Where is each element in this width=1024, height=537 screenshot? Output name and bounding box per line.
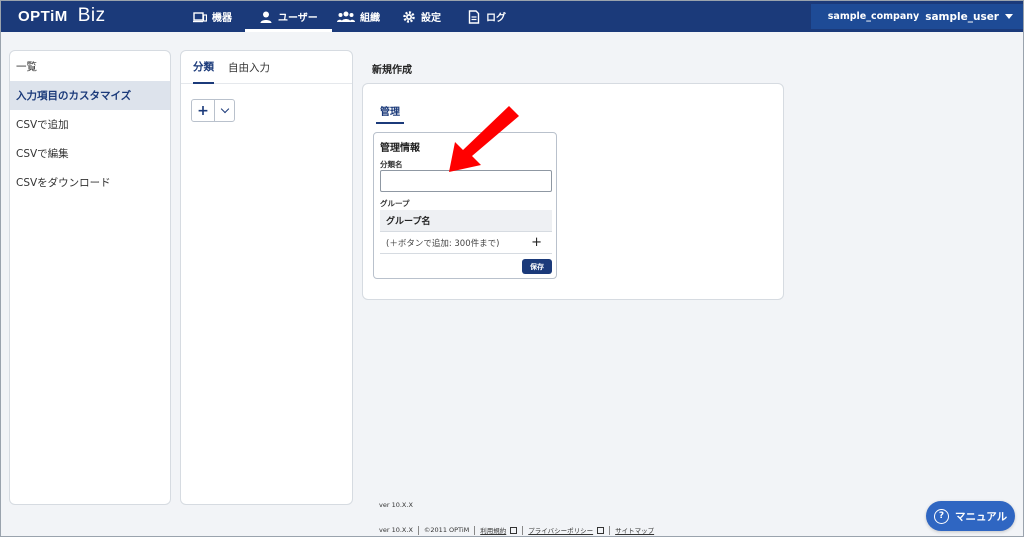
nav-organization-label: 組織 xyxy=(360,13,380,24)
external-link-icon xyxy=(510,526,518,534)
footer-divider xyxy=(474,525,476,535)
sidebar-item-label: 一覧 xyxy=(16,61,37,73)
company-name: sample_company xyxy=(827,11,920,22)
chevron-down-icon xyxy=(220,104,229,114)
privacy-link[interactable]: プライバシーポリシー xyxy=(528,525,605,535)
add-button[interactable]: + xyxy=(192,100,215,121)
sidebar-item-label: CSVで追加 xyxy=(16,119,69,131)
nav-devices[interactable]: 機器 xyxy=(193,1,232,32)
terms-link[interactable]: 利用規約 xyxy=(480,525,518,535)
group-grid-row: (＋ボタンで追加: 300件まで) + xyxy=(380,232,552,254)
log-icon xyxy=(468,9,480,24)
logo-sub: Biz xyxy=(77,5,106,26)
add-dropdown-toggle[interactable] xyxy=(215,100,234,121)
user-icon xyxy=(260,11,272,23)
optim-biz-logo[interactable]: OPTiM Biz xyxy=(18,5,106,29)
sitemap-link[interactable]: サイトマップ xyxy=(615,525,654,535)
version-label: ver 10.X.X xyxy=(379,501,413,509)
new-item-panel: 管理 管理情報 分類名 グループ グループ名 (＋ボタンで追加: 300件まで)… xyxy=(362,83,784,300)
nav-devices-label: 機器 xyxy=(212,13,232,24)
external-link-icon xyxy=(597,526,605,534)
tab-management[interactable]: 管理 xyxy=(376,99,404,124)
footer-copyright: ©2011 OPTiM xyxy=(423,526,470,534)
footer-version: ver 10.X.X xyxy=(379,526,413,534)
manual-button[interactable]: ? マニュアル xyxy=(926,501,1015,531)
terms-label: 利用規約 xyxy=(480,527,507,535)
sidebar-item-csv-download[interactable]: CSVをダウンロード xyxy=(10,168,170,197)
manual-label: マニュアル xyxy=(955,510,1008,523)
nav-log-label: ログ xyxy=(486,13,506,24)
plus-icon[interactable]: + xyxy=(531,235,542,250)
sidebar-item-customize-fields[interactable]: 入力項目のカスタマイズ xyxy=(10,81,170,110)
card-title: 管理情報 xyxy=(380,143,420,154)
sidebar: 一覧 入力項目のカスタマイズ CSVで追加 CSVで編集 CSVをダウンロード xyxy=(9,50,171,505)
sidebar-item-label: CSVをダウンロード xyxy=(16,177,111,189)
sidebar-item-csv-edit[interactable]: CSVで編集 xyxy=(10,139,170,168)
account-menu[interactable]: sample_company sample_user xyxy=(811,4,1023,29)
privacy-label: プライバシーポリシー xyxy=(528,527,594,535)
category-panel: 分類 自由入力 + xyxy=(180,50,353,505)
sidebar-item-label: 入力項目のカスタマイズ xyxy=(16,90,132,102)
sidebar-item-label: CSVで編集 xyxy=(16,148,69,160)
help-icon: ? xyxy=(934,508,949,524)
nav-log[interactable]: ログ xyxy=(467,1,506,32)
sidebar-item-list[interactable]: 一覧 xyxy=(10,52,170,81)
user-name: sample_user xyxy=(925,10,999,23)
page-title: 新規作成 xyxy=(372,65,412,76)
organization-icon xyxy=(337,11,355,22)
category-tabs: 分類 自由入力 xyxy=(181,51,352,84)
save-button[interactable]: 保存 xyxy=(522,259,552,274)
footer-divider xyxy=(417,525,419,535)
sidebar-item-csv-add[interactable]: CSVで追加 xyxy=(10,110,170,139)
gear-icon xyxy=(403,10,415,23)
tab-category[interactable]: 分類 xyxy=(193,51,214,84)
chevron-down-icon xyxy=(1005,14,1013,19)
red-arrow-icon xyxy=(449,106,519,172)
nav-users-label: ユーザー xyxy=(278,13,318,24)
logo-brand: OPTiM xyxy=(18,8,68,25)
tab-free-input[interactable]: 自由入力 xyxy=(228,51,270,84)
nav-settings[interactable]: 設定 xyxy=(402,1,441,32)
nav-users[interactable]: ユーザー xyxy=(245,1,332,32)
nav-settings-label: 設定 xyxy=(421,13,441,24)
group-label: グループ xyxy=(380,199,410,208)
group-grid-header: グループ名 xyxy=(380,210,552,232)
footer-divider xyxy=(609,525,611,535)
device-icon xyxy=(193,11,207,22)
category-name-label: 分類名 xyxy=(380,160,403,169)
footer-divider xyxy=(522,525,524,535)
footer: ver 10.X.X ©2011 OPTiM 利用規約 プライバシーポリシー サ… xyxy=(379,525,654,535)
top-navigation-bar: OPTiM Biz 機器 ユーザー 組織 設定 ログ sample_compan… xyxy=(1,1,1023,32)
nav-organization[interactable]: 組織 xyxy=(337,1,380,32)
group-add-hint: (＋ボタンで追加: 300件まで) xyxy=(386,238,500,249)
add-split-button: + xyxy=(191,99,235,122)
